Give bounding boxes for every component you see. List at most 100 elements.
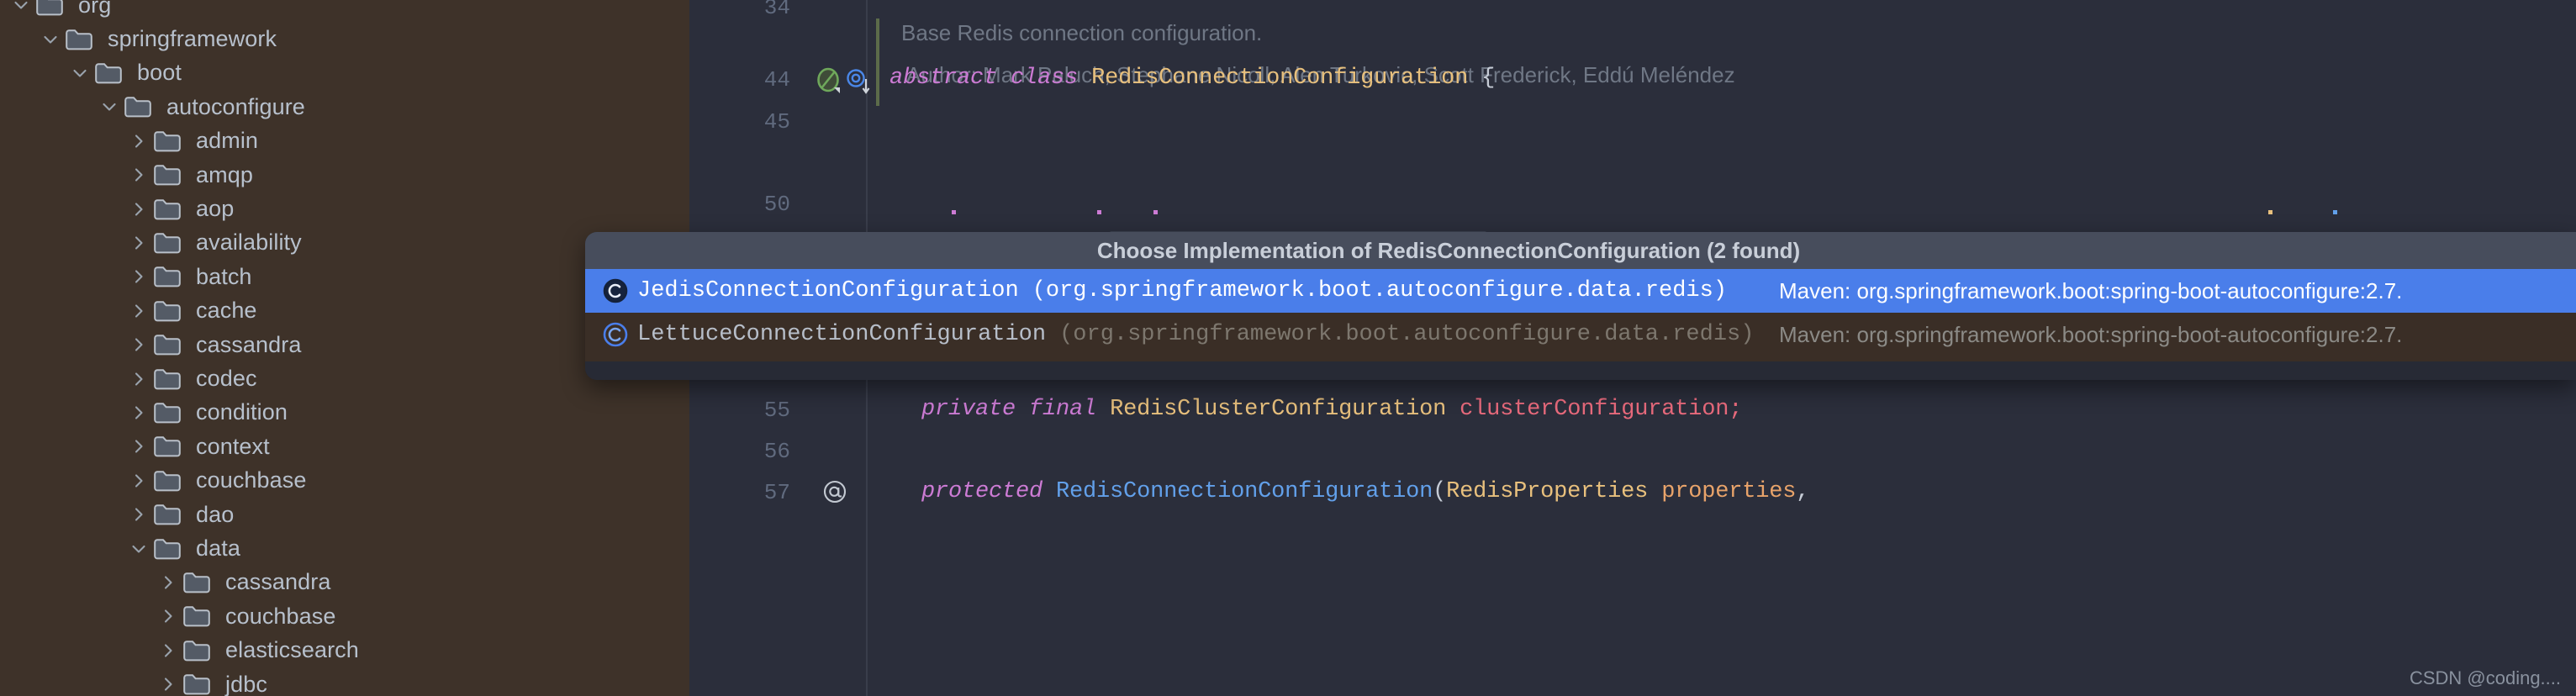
abstract-class-marker-icon[interactable] [814, 66, 842, 98]
tree-item-label: couchbase [196, 467, 307, 493]
keyword-private: private [921, 397, 1016, 422]
code-line-57[interactable]: protected RedisConnectionConfiguration(R… [921, 479, 1809, 504]
line-number: 55 [763, 398, 790, 423]
code-line-44[interactable]: abstract class RedisConnectionConfigurat… [889, 66, 1495, 91]
tree-item-label: cassandra [196, 331, 302, 357]
tree-item-couchbase[interactable]: couchbase [0, 599, 689, 633]
implemented-by-arrow-icon[interactable] [844, 67, 873, 100]
tree-item-label: dao [196, 501, 235, 527]
folder-icon [182, 566, 218, 599]
keyword-protected: protected [921, 479, 1043, 504]
tree-item-label: autoconfigure [166, 93, 305, 119]
line-number: 45 [763, 109, 790, 134]
chevron-down-icon[interactable] [7, 0, 35, 22]
annotation-at-icon[interactable] [821, 477, 849, 510]
folder-icon [153, 192, 188, 226]
keyword-class: class [1011, 66, 1079, 91]
folder-icon [182, 667, 218, 696]
chevron-right-icon[interactable] [124, 158, 153, 192]
tree-item-label: cache [196, 298, 257, 324]
folder-icon [153, 498, 188, 531]
line-number: 56 [763, 439, 790, 464]
tree-item-label: data [196, 535, 240, 562]
chevron-right-icon[interactable] [124, 260, 153, 293]
tree-item-label: boot [137, 60, 182, 86]
field-name: clusterConfiguration [1460, 397, 1729, 422]
tree-item-condition[interactable]: condition [0, 396, 689, 430]
chevron-right-icon[interactable] [154, 599, 182, 633]
folder-icon [65, 23, 100, 56]
tree-item-springframework[interactable]: springframework [0, 22, 689, 55]
chevron-right-icon[interactable] [124, 192, 153, 226]
tree-item-amqp[interactable]: amqp [0, 158, 689, 192]
folder-icon [35, 0, 71, 22]
implementation-class-name: LettuceConnectionConfiguration [637, 322, 1047, 347]
folder-icon [182, 599, 218, 633]
param-name: properties [1661, 479, 1797, 504]
folder-icon [124, 90, 159, 124]
popup-header: Choose Implementation of RedisConnection… [585, 232, 2576, 269]
folder-icon [153, 362, 188, 396]
tree-item-label: context [196, 433, 270, 459]
chevron-right-icon[interactable] [124, 498, 153, 531]
implementation-list[interactable]: JedisConnectionConfiguration (org.springf… [585, 269, 2576, 361]
tree-item-admin[interactable]: admin [0, 124, 689, 158]
tree-item-dao[interactable]: dao [0, 498, 689, 531]
class-c-icon [597, 313, 634, 356]
tree-item-elasticsearch[interactable]: elasticsearch [0, 634, 689, 667]
folder-icon [153, 124, 188, 158]
tree-item-autoconfigure[interactable]: autoconfigure [0, 90, 689, 124]
chevron-right-icon[interactable] [124, 464, 153, 498]
code-fragment-dot [952, 210, 956, 214]
folder-icon [153, 430, 188, 463]
implementation-row[interactable]: JedisConnectionConfiguration (org.springf… [585, 269, 2576, 313]
tree-item-boot[interactable]: boot [0, 56, 689, 90]
popup-footer [585, 361, 2576, 380]
tree-item-label: aop [196, 196, 235, 222]
param-type: RedisProperties [1446, 479, 1649, 504]
chevron-right-icon[interactable] [124, 124, 153, 158]
implementation-package: (org.springframework.boot.autoconfigure.… [1032, 278, 1728, 303]
folder-icon [153, 396, 188, 430]
implementation-row[interactable]: LettuceConnectionConfiguration (org.sprin… [585, 313, 2576, 356]
choose-implementation-popup[interactable]: Choose Implementation of RedisConnection… [585, 232, 2576, 380]
implementation-package: (org.springframework.boot.autoconfigure.… [1059, 322, 1755, 347]
keyword-abstract: abstract [889, 66, 998, 91]
popup-title: Choose Implementation of RedisConnection… [1096, 237, 1801, 263]
tree-item-label: couchbase [225, 603, 336, 629]
tree-item-label: jdbc [225, 671, 267, 696]
folder-icon [153, 328, 188, 361]
keyword-final: final [1029, 397, 1097, 422]
tree-item-label: batch [196, 263, 252, 289]
tree-item-label: cassandra [225, 569, 331, 595]
brace: { [1481, 66, 1496, 91]
tree-item-couchbase[interactable]: couchbase [0, 464, 689, 498]
chevron-right-icon[interactable] [124, 362, 153, 396]
tree-item-aop[interactable]: aop [0, 192, 689, 225]
class-c-icon [597, 269, 634, 313]
tree-item-org[interactable]: org [0, 0, 689, 22]
chevron-down-icon[interactable] [124, 532, 153, 566]
tree-item-label: condition [196, 399, 288, 425]
chevron-right-icon[interactable] [124, 396, 153, 430]
chevron-right-icon[interactable] [124, 430, 153, 463]
implementation-location: Maven: org.springframework.boot:spring-b… [1779, 277, 2403, 303]
tree-item-cassandra[interactable]: cassandra [0, 566, 689, 599]
chevron-right-icon[interactable] [154, 667, 182, 696]
chevron-down-icon[interactable] [95, 90, 124, 124]
chevron-right-icon[interactable] [124, 226, 153, 260]
chevron-right-icon[interactable] [124, 328, 153, 361]
code-line-55[interactable]: private final RedisClusterConfiguration … [921, 397, 1742, 422]
tree-item-jdbc[interactable]: jdbc [0, 667, 689, 696]
tree-item-label: springframework [108, 26, 277, 52]
comma: , [1796, 479, 1810, 504]
line-number: 34 [763, 0, 790, 20]
chevron-down-icon[interactable] [36, 23, 65, 56]
chevron-right-icon[interactable] [124, 294, 153, 328]
tree-item-data[interactable]: data [0, 531, 689, 565]
javadoc-summary: Base Redis connection configuration. [901, 20, 1263, 45]
chevron-down-icon[interactable] [66, 56, 94, 90]
chevron-right-icon[interactable] [154, 566, 182, 599]
chevron-right-icon[interactable] [154, 634, 182, 667]
tree-item-context[interactable]: context [0, 430, 689, 463]
